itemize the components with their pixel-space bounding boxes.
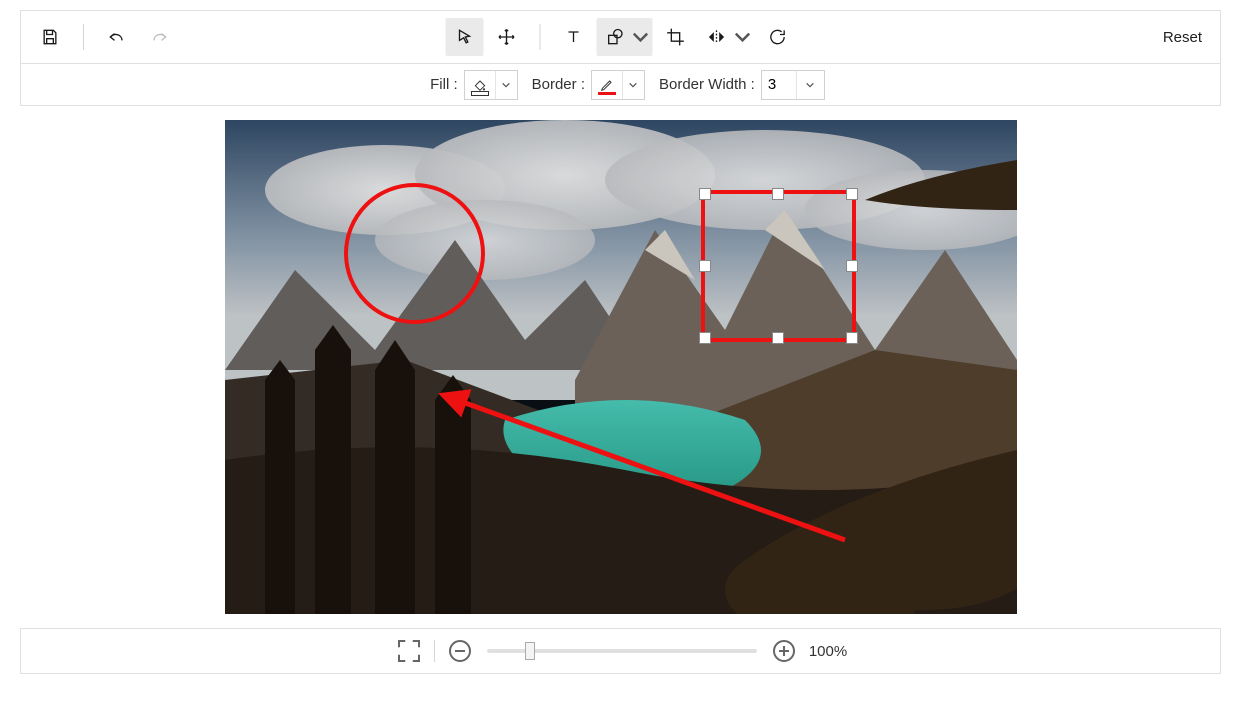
canvas-image (225, 120, 1017, 614)
border-label: Border : (532, 76, 585, 93)
fit-screen-button[interactable] (394, 636, 424, 666)
zoom-percent-label: 100% (809, 643, 847, 660)
crop-icon (665, 27, 685, 47)
image-canvas[interactable] (225, 120, 1017, 614)
rotate-tool[interactable] (758, 18, 796, 56)
crop-tool[interactable] (656, 18, 694, 56)
annotation-circle[interactable] (344, 183, 485, 324)
slider-thumb[interactable] (525, 642, 535, 660)
shape-icon (604, 27, 624, 47)
text-tool[interactable] (554, 18, 592, 56)
canvas-area (20, 120, 1221, 614)
chevron-down-icon (732, 27, 752, 47)
resize-handle-n[interactable] (772, 188, 784, 200)
cursor-icon (454, 27, 474, 47)
fill-swatch (465, 71, 495, 99)
save-icon (40, 27, 60, 47)
redo-button[interactable] (140, 18, 178, 56)
border-width-input[interactable] (762, 72, 796, 98)
save-button[interactable] (31, 18, 69, 56)
resize-handle-nw[interactable] (699, 188, 711, 200)
border-width-label: Border Width : (659, 76, 755, 93)
resize-handle-sw[interactable] (699, 332, 711, 344)
pencil-icon (599, 77, 615, 93)
shape-tool[interactable] (596, 18, 652, 56)
options-toolbar: Fill : Border : Border Width : (20, 64, 1221, 106)
move-icon (496, 27, 516, 47)
resize-handle-s[interactable] (772, 332, 784, 344)
border-width-dropdown[interactable] (796, 71, 824, 99)
undo-icon (107, 27, 127, 47)
redo-icon (149, 27, 169, 47)
plus-circle-icon (769, 636, 799, 666)
chevron-down-icon (628, 80, 638, 90)
border-swatch (592, 71, 622, 99)
resize-handle-se[interactable] (846, 332, 858, 344)
reset-button[interactable]: Reset (1163, 29, 1202, 46)
flip-tool[interactable] (698, 18, 754, 56)
separator (83, 24, 84, 50)
resize-handle-e[interactable] (846, 260, 858, 272)
undo-button[interactable] (98, 18, 136, 56)
flip-icon (706, 27, 726, 47)
expand-icon (394, 636, 424, 666)
move-tool[interactable] (487, 18, 525, 56)
border-color-picker[interactable] (591, 70, 645, 100)
fill-dropdown[interactable] (495, 71, 517, 99)
separator (539, 24, 540, 50)
chevron-down-icon (805, 80, 815, 90)
separator (434, 640, 435, 662)
chevron-down-icon (630, 27, 650, 47)
annotation-rectangle-selected[interactable] (701, 190, 856, 342)
zoom-toolbar: 100% (20, 628, 1221, 674)
chevron-down-icon (501, 80, 511, 90)
rotate-icon (767, 27, 787, 47)
main-toolbar: Reset (20, 10, 1221, 64)
border-dropdown[interactable] (622, 71, 644, 99)
resize-handle-ne[interactable] (846, 188, 858, 200)
fill-label: Fill : (430, 76, 458, 93)
border-width-field[interactable] (761, 70, 825, 100)
zoom-slider[interactable] (487, 645, 757, 657)
resize-handle-w[interactable] (699, 260, 711, 272)
zoom-in-button[interactable] (769, 636, 799, 666)
text-icon (563, 27, 583, 47)
minus-circle-icon (445, 636, 475, 666)
fill-color-picker[interactable] (464, 70, 518, 100)
zoom-out-button[interactable] (445, 636, 475, 666)
select-tool[interactable] (445, 18, 483, 56)
